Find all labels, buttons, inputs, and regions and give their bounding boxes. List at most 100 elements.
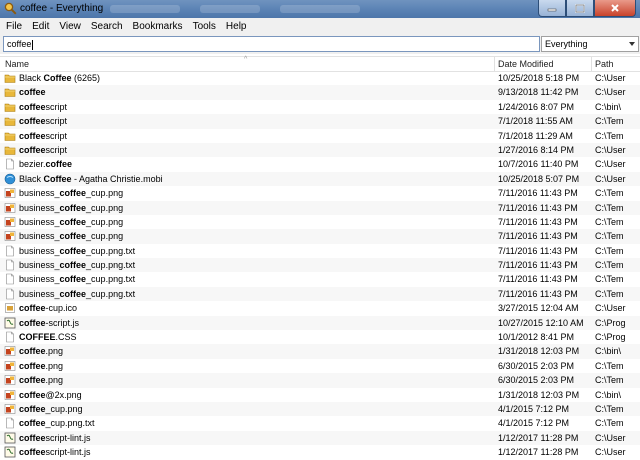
png-file-icon (4, 216, 16, 228)
column-divider[interactable] (494, 57, 495, 71)
result-row[interactable]: business_coffee_cup.png.txt 7/11/2016 11:… (0, 258, 640, 273)
result-row[interactable]: COFFEE.CSS 10/1/2012 8:41 PM C:\Prog (0, 330, 640, 344)
result-row[interactable]: coffee-cup.ico 3/27/2015 12:04 AM C:\User (0, 301, 640, 315)
result-row[interactable]: business_coffee_cup.png 7/11/2016 11:43 P… (0, 215, 640, 229)
png-file-icon (4, 403, 16, 415)
menu-bar: File Edit View Search Bookmarks Tools He… (0, 18, 640, 34)
column-header-date-modified[interactable]: Date Modified (498, 57, 588, 71)
result-row[interactable]: coffee.png 6/30/2015 2:03 PM C:\Tem (0, 373, 640, 388)
result-date-modified: 7/11/2016 11:43 PM (498, 260, 578, 271)
result-path: C:\Tem (595, 403, 624, 414)
result-row[interactable]: bezier.coffee 10/7/2016 11:40 PM C:\User (0, 157, 640, 171)
result-row[interactable]: coffee 9/13/2018 11:42 PM C:\User (0, 85, 640, 100)
result-row[interactable]: business_coffee_cup.png.txt 7/11/2016 11:… (0, 286, 640, 302)
file-file-icon (4, 158, 16, 170)
menu-help[interactable]: Help (221, 21, 252, 32)
result-row[interactable]: coffee_cup.png.txt 4/1/2015 7:12 PM C:\Tem (0, 416, 640, 430)
result-path: C:\Tem (595, 216, 624, 227)
result-row[interactable]: business_coffee_cup.png 7/11/2016 11:43 P… (0, 186, 640, 200)
result-name-text: script (45, 144, 68, 155)
script-file-icon (4, 446, 16, 458)
result-name: coffee-script.js (19, 316, 494, 330)
result-row[interactable]: business_coffee_cup.png.txt 7/11/2016 11:… (0, 272, 640, 286)
result-date-modified: 1/12/2017 11:28 PM (498, 432, 579, 443)
result-row[interactable]: coffee.png 6/30/2015 2:03 PM C:\Tem (0, 359, 640, 373)
search-match-highlight: coffee (59, 216, 87, 227)
result-row[interactable]: business_coffee_cup.png.txt 7/11/2016 11:… (0, 244, 640, 258)
result-name: business_coffee_cup.png.txt (19, 287, 494, 301)
maximize-button[interactable] (566, 0, 594, 17)
search-input[interactable]: coffee (3, 36, 540, 52)
result-row[interactable]: coffeescript-lint.js 1/12/2017 11:28 PM C:… (0, 445, 640, 459)
result-row[interactable]: coffeescript 7/1/2018 11:55 AM C:\Tem (0, 114, 640, 129)
result-date-modified: 7/11/2016 11:43 PM (498, 245, 578, 256)
menu-file[interactable]: File (0, 21, 27, 32)
result-path: C:\User (595, 432, 626, 443)
result-name: coffee@2x.png (19, 388, 494, 402)
title-bar[interactable]: coffee - Everything (0, 0, 640, 18)
png-file-icon (4, 374, 16, 386)
result-name: business_coffee_cup.png (19, 215, 494, 229)
folder-file-icon (4, 72, 16, 84)
result-name: coffee-cup.ico (19, 301, 494, 315)
search-match-highlight: coffee (59, 274, 87, 285)
result-date-modified: 10/27/2015 12:10 AM (498, 317, 584, 328)
result-row[interactable]: coffeescript 7/1/2018 11:29 AM C:\Tem (0, 129, 640, 143)
menu-edit[interactable]: Edit (27, 21, 54, 32)
search-match-highlight: Coffee (43, 173, 72, 184)
column-header-path[interactable]: Path (595, 57, 640, 71)
result-row[interactable]: business_coffee_cup.png 7/11/2016 11:43 P… (0, 229, 640, 244)
close-button[interactable] (594, 0, 636, 17)
search-match-highlight: coffee (19, 317, 46, 328)
file-file-icon (4, 245, 16, 257)
result-path: C:\Tem (595, 188, 624, 199)
result-row[interactable]: coffee.png 1/31/2018 12:03 PM C:\bin\ (0, 344, 640, 359)
result-path: C:\Tem (595, 418, 624, 429)
result-path: C:\bin\ (595, 389, 622, 400)
result-name-text: _cup.png (45, 403, 83, 414)
search-match-highlight: coffee (19, 87, 46, 98)
result-row[interactable]: Black Coffee (6265) 10/25/2018 5:18 PM C:\… (0, 71, 640, 85)
folder-file-icon (4, 115, 16, 127)
folder-file-icon (4, 101, 16, 113)
file-file-icon (4, 259, 16, 271)
menu-bookmarks[interactable]: Bookmarks (128, 21, 188, 32)
result-name-text: business_ (19, 231, 60, 242)
result-path: C:\Tem (595, 260, 624, 271)
result-date-modified: 4/1/2015 7:12 PM (498, 418, 570, 429)
menu-tools[interactable]: Tools (188, 21, 221, 32)
result-row[interactable]: coffeescript-lint.js 1/12/2017 11:28 PM C:… (0, 430, 640, 446)
column-divider[interactable] (591, 57, 592, 71)
filter-dropdown[interactable]: Everything (541, 36, 639, 52)
result-path: C:\Tem (595, 202, 624, 213)
result-name: coffeescript (19, 143, 494, 157)
result-row[interactable]: coffee-script.js 10/27/2015 12:10 AM C:\Pr… (0, 315, 640, 331)
result-row[interactable]: coffee@2x.png 1/31/2018 12:03 PM C:\bin\ (0, 388, 640, 402)
mobi-file-icon (4, 173, 16, 185)
result-name: coffee.png (19, 359, 494, 373)
result-path: C:\bin\ (595, 346, 622, 357)
search-match-highlight: coffee (19, 418, 46, 429)
result-row[interactable]: coffeescript 1/24/2016 8:07 PM C:\bin\ (0, 100, 640, 114)
png-file-icon (4, 187, 16, 199)
search-match-highlight: coffee (19, 389, 46, 400)
result-date-modified: 7/11/2016 11:43 PM (498, 231, 578, 242)
result-path: C:\bin\ (595, 101, 622, 112)
search-match-highlight: Coffee (43, 73, 72, 83)
result-name-text: script (45, 101, 68, 112)
png-file-icon (4, 389, 16, 401)
result-date-modified: 7/1/2018 11:55 AM (498, 116, 573, 127)
menu-search[interactable]: Search (86, 21, 128, 32)
result-date-modified: 10/1/2012 8:41 PM (498, 332, 575, 343)
result-name-text: script-lint.js (45, 432, 91, 443)
png-file-icon (4, 202, 16, 214)
result-row[interactable]: business_coffee_cup.png 7/11/2016 11:43 P… (0, 200, 640, 215)
search-match-highlight: coffee (19, 432, 46, 443)
result-row[interactable]: Black Coffee - Agatha Christie.mobi 10/25… (0, 171, 640, 187)
result-row[interactable]: coffee_cup.png 4/1/2015 7:12 PM C:\Tem (0, 401, 640, 417)
result-date-modified: 7/11/2016 11:43 PM (498, 216, 578, 227)
result-row[interactable]: coffeescript 1/27/2016 8:14 PM C:\User (0, 142, 640, 158)
png-file-icon (4, 360, 16, 372)
menu-view[interactable]: View (54, 21, 86, 32)
minimize-button[interactable] (538, 0, 566, 17)
